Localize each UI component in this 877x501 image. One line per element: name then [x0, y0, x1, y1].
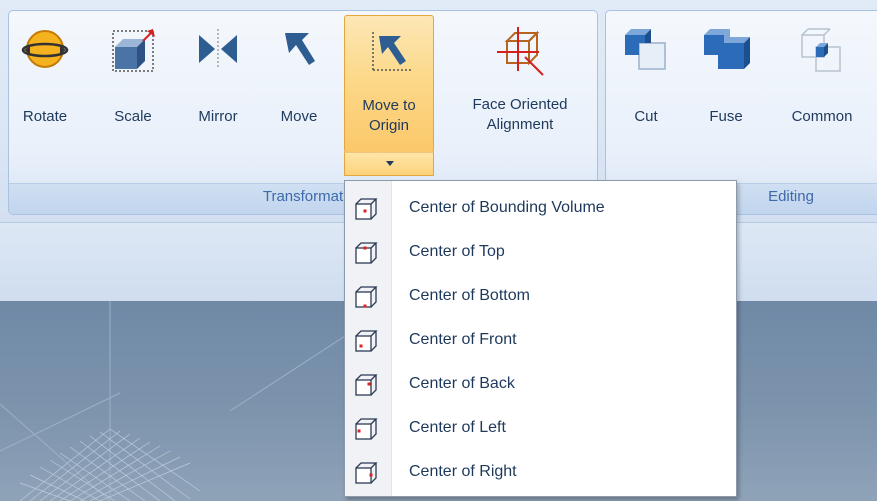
menu-item-center-of-back[interactable]: Center of Back	[345, 363, 736, 407]
left-face-icon	[354, 418, 378, 446]
common-icon	[798, 25, 846, 81]
mirror-label: Mirror	[198, 108, 238, 125]
fuse-button[interactable]: Fuse	[694, 15, 758, 155]
menu-item-label: Center of Front	[409, 331, 517, 348]
right-face-icon	[354, 462, 378, 490]
scale-label: Scale	[114, 108, 152, 125]
face-oriented-alignment-icon	[495, 25, 545, 81]
back-face-icon	[354, 374, 378, 402]
move-button[interactable]: Move	[270, 15, 328, 155]
move-to-origin-dropdown-arrow[interactable]	[344, 152, 434, 176]
menu-item-center-of-front[interactable]: Center of Front	[345, 319, 736, 363]
menu-item-center-of-bounding-volume[interactable]: Center of Bounding Volume	[345, 187, 736, 231]
menu-item-center-of-right[interactable]: Center of Right	[345, 451, 736, 495]
menu-item-label: Center of Top	[409, 243, 505, 260]
front-face-icon	[354, 330, 378, 358]
menu-item-center-of-bottom[interactable]: Center of Bottom	[345, 275, 736, 319]
fuse-icon	[700, 25, 752, 81]
chevron-down-icon	[386, 161, 394, 166]
menu-item-label: Center of Right	[409, 463, 517, 480]
cut-button[interactable]: Cut	[614, 15, 678, 155]
rotate-button[interactable]: Rotate	[16, 15, 74, 155]
bounding-volume-icon	[354, 198, 378, 226]
move-to-origin-icon	[365, 26, 413, 78]
move-to-origin-menu: Center of Bounding Volume Center of Top Ce…	[344, 180, 737, 497]
top-face-icon	[354, 242, 378, 270]
move-to-origin-button[interactable]: Move to Origin	[344, 15, 434, 153]
rotate-icon	[21, 25, 69, 77]
fuse-label: Fuse	[709, 108, 743, 125]
menu-item-label: Center of Left	[409, 419, 506, 436]
menu-item-label: Center of Bounding Volume	[409, 199, 605, 216]
common-button[interactable]: Common	[780, 15, 864, 155]
move-to-origin-label: Move to Origin	[362, 97, 416, 134]
face-oriented-alignment-button[interactable]: Face Oriented Alignment	[446, 15, 594, 155]
menu-item-center-of-top[interactable]: Center of Top	[345, 231, 736, 275]
scale-button[interactable]: Scale	[104, 15, 162, 155]
menu-item-label: Center of Back	[409, 375, 515, 392]
cut-label: Cut	[634, 108, 658, 125]
rotate-label: Rotate	[22, 108, 68, 125]
common-label: Common	[791, 108, 853, 125]
move-label: Move	[280, 108, 318, 125]
menu-item-label: Center of Bottom	[409, 287, 530, 304]
mirror-icon	[193, 25, 243, 77]
move-icon	[275, 25, 323, 77]
cut-icon	[621, 25, 671, 81]
bottom-face-icon	[354, 286, 378, 314]
scale-icon	[107, 25, 159, 81]
menu-item-center-of-left[interactable]: Center of Left	[345, 407, 736, 451]
face-oriented-alignment-label: Face Oriented Alignment	[472, 96, 568, 133]
mirror-button[interactable]: Mirror	[188, 15, 248, 155]
